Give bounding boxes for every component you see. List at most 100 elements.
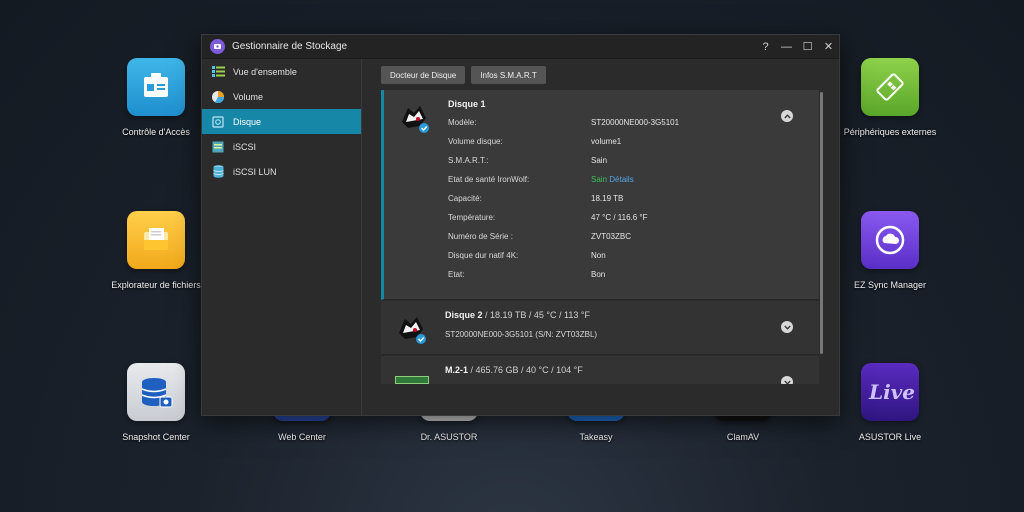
disk-title: Disque 2 / 18.19 TB / 45 °C / 113 °F — [445, 310, 590, 320]
sidebar-item-overview[interactable]: Vue d'ensemble — [202, 59, 361, 84]
sidebar-item-label: Vue d'ensemble — [233, 66, 297, 77]
disk-card-1[interactable]: Disque 1 Modèle: ST20000NE000-3G5101 Volu… — [381, 90, 819, 300]
minimize-button[interactable]: — — [776, 35, 797, 59]
detail-row: Température: 47 °C / 116.6 °F — [448, 213, 679, 232]
detail-value: ZVT03ZBC — [591, 232, 632, 241]
scrollbar-thumb[interactable] — [820, 92, 823, 354]
storage-manager-window: Gestionnaire de Stockage ? — ☐ ✕ Vue d'e… — [201, 34, 840, 416]
disk-name: M.2-1 — [445, 365, 469, 375]
desktop-icon-label: Dr. ASUSTOR — [420, 432, 478, 442]
detail-value: volume1 — [591, 137, 622, 146]
list-scrollbar[interactable] — [819, 90, 824, 384]
sidebar-item-iscsi[interactable]: iSCSI — [202, 134, 361, 159]
desktop-icon-label: Périphériques externes — [843, 127, 937, 137]
detail-key: Disque dur natif 4K: — [448, 251, 519, 260]
window-title: Gestionnaire de Stockage — [232, 41, 348, 52]
desktop-icon-label: Snapshot Center — [122, 432, 190, 442]
desktop-icon-asustor-live[interactable]: Live ASUSTOR Live — [835, 363, 945, 443]
sidebar-item-label: Disque — [233, 116, 262, 127]
desktop-icon-label: ASUSTOR Live — [858, 432, 922, 442]
detail-value: Non — [591, 251, 606, 260]
desktop-icon-access-control[interactable]: Contrôle d'Accès — [101, 58, 211, 138]
expand-chevron-icon[interactable] — [781, 321, 793, 333]
m2-ssd-icon — [395, 376, 429, 384]
disk-subtitle: ST20000NE000-3G5101 (S/N: ZVT03ZBL) — [445, 330, 598, 339]
detail-row: Numéro de Série : ZVT03ZBC — [448, 232, 679, 251]
detail-row: Disque dur natif 4K: Non — [448, 251, 679, 270]
maximize-button[interactable]: ☐ — [797, 35, 818, 59]
disk-meta: / 18.19 TB / 45 °C / 113 °F — [482, 310, 590, 320]
detail-key: Numéro de Série : — [448, 232, 513, 241]
detail-key: Capacité: — [448, 194, 482, 203]
detail-row: Capacité: 18.19 TB — [448, 194, 679, 213]
disk-name: Disque 2 — [445, 310, 483, 320]
svg-text:Live: Live — [868, 380, 915, 404]
health-status: Sain — [591, 175, 608, 184]
disk-title: Disque 1 — [448, 99, 486, 109]
disk-doctor-button[interactable]: Docteur de Disque — [381, 66, 466, 84]
sidebar-item-label: Volume — [233, 91, 264, 102]
storage-manager-logo-icon — [210, 39, 225, 54]
disk-details: Modèle: ST20000NE000-3G5101 Volume disque… — [448, 118, 679, 289]
desktop-icon-label: Web Center — [278, 432, 326, 442]
desktop-icon-label: Contrôle d'Accès — [122, 127, 190, 137]
ironwolf-drive-icon — [395, 311, 429, 345]
detail-key: Modèle: — [448, 118, 477, 127]
detail-row: Modèle: ST20000NE000-3G5101 — [448, 118, 679, 137]
detail-value: 47 °C / 116.6 °F — [591, 213, 648, 222]
collapse-chevron-icon[interactable] — [781, 110, 793, 122]
detail-key: Etat de santé IronWolf: — [448, 175, 530, 184]
close-button[interactable]: ✕ — [818, 35, 839, 59]
desktop-icon-label: Explorateur de fichiers — [111, 280, 201, 290]
sidebar-item-volume[interactable]: Volume — [202, 84, 361, 109]
desktop-icon-label: ClamAV — [726, 432, 760, 442]
detail-value: ST20000NE000-3G5101 — [591, 118, 680, 127]
usb-device-icon — [861, 58, 919, 116]
desktop-icon-snapshot-center[interactable]: Snapshot Center — [101, 363, 211, 443]
detail-key: Volume disque: — [448, 137, 503, 146]
overview-icon — [211, 65, 225, 79]
sidebar-item-iscsi-lun[interactable]: iSCSI LUN — [202, 159, 361, 184]
desktop-icon-label: EZ Sync Manager — [853, 280, 927, 290]
window-titlebar[interactable]: Gestionnaire de Stockage ? — ☐ ✕ — [202, 35, 839, 59]
ironwolf-drive-icon — [398, 100, 432, 134]
sidebar-item-disk[interactable]: Disque — [202, 109, 361, 134]
disk-card-2[interactable]: Disque 2 / 18.19 TB / 45 °C / 113 °F ST2… — [381, 301, 819, 355]
help-button[interactable]: ? — [755, 35, 776, 59]
desktop-icon-file-explorer[interactable]: Explorateur de fichiers — [101, 211, 211, 291]
asustor-live-icon: Live — [861, 363, 919, 421]
detail-key: Etat: — [448, 270, 465, 279]
database-icon — [211, 165, 225, 179]
cloud-sync-icon — [861, 211, 919, 269]
iscsi-icon — [211, 140, 225, 154]
detail-value: Bon — [591, 270, 606, 279]
disk-list: Disque 1 Modèle: ST20000NE000-3G5101 Volu… — [381, 90, 819, 384]
details-link[interactable]: Détails — [607, 175, 633, 184]
smart-info-button[interactable]: Infos S.M.A.R.T — [471, 66, 546, 84]
main-panel: Docteur de Disque Infos S.M.A.R.T Disque… — [362, 59, 839, 415]
detail-key: Température: — [448, 213, 496, 222]
pie-chart-icon — [211, 90, 225, 104]
disk-meta: / 465.76 GB / 40 °C / 104 °F — [468, 365, 583, 375]
disk-name: Disque 1 — [448, 99, 486, 109]
sidebar-item-label: iSCSI LUN — [233, 166, 277, 177]
desktop-icon-ez-sync[interactable]: EZ Sync Manager — [835, 211, 945, 291]
detail-row: Etat de santé IronWolf: Sain Détails — [448, 175, 679, 194]
disk-card-m2[interactable]: M.2-1 / 465.76 GB / 40 °C / 104 °F — [381, 356, 819, 384]
folder-icon — [127, 211, 185, 269]
detail-row: Etat: Bon — [448, 270, 679, 289]
desktop-icon-label: Takeasy — [579, 432, 613, 442]
desktop-icon-external-devices[interactable]: Périphériques externes — [835, 58, 945, 138]
detail-row: Volume disque: volume1 — [448, 137, 679, 156]
database-camera-icon — [127, 363, 185, 421]
sidebar-item-label: iSCSI — [233, 141, 257, 152]
sidebar: Vue d'ensemble Volume Disque iSCSI iSCSI… — [202, 59, 362, 415]
detail-value: 18.19 TB — [591, 194, 624, 203]
expand-chevron-icon[interactable] — [781, 376, 793, 384]
disk-icon — [211, 115, 225, 129]
detail-value: Sain — [591, 156, 608, 165]
detail-key: S.M.A.R.T.: — [448, 156, 489, 165]
disk-title: M.2-1 / 465.76 GB / 40 °C / 104 °F — [445, 365, 583, 375]
detail-row: S.M.A.R.T.: Sain — [448, 156, 679, 175]
access-control-icon — [127, 58, 185, 116]
